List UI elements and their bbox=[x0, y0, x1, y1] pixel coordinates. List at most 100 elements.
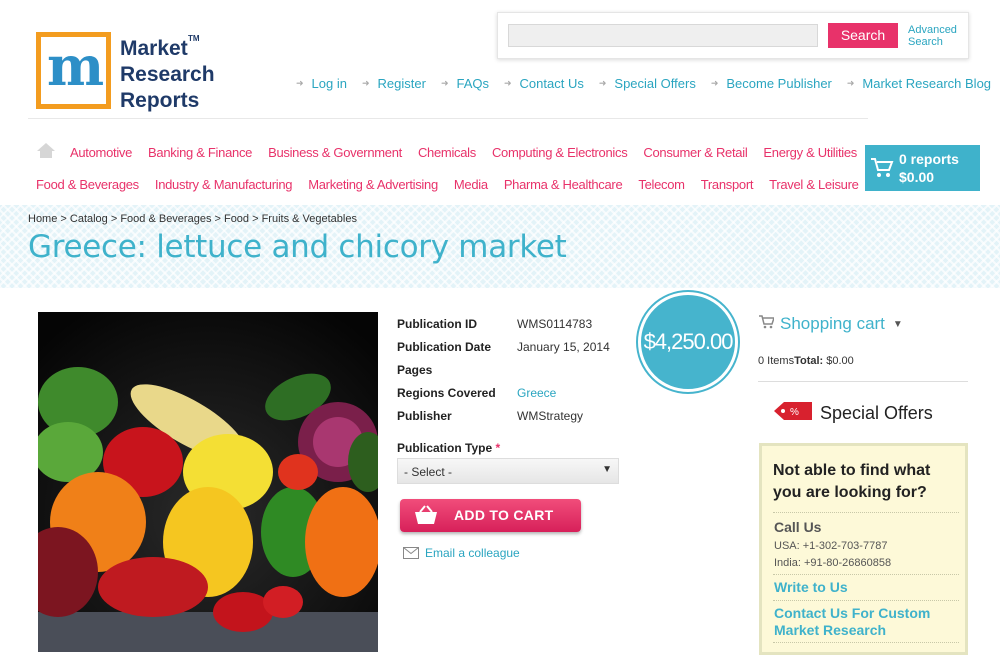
contact-link-label: Contact Us bbox=[519, 76, 584, 91]
sidebar-divider bbox=[758, 381, 968, 382]
category-telecom[interactable]: Telecom bbox=[638, 177, 685, 192]
home-icon[interactable] bbox=[36, 142, 56, 162]
advanced-search-link[interactable]: Advanced Search bbox=[908, 24, 968, 48]
publication-id-label: Publication ID bbox=[397, 316, 478, 331]
category-row-1: Automotive Banking & Finance Business & … bbox=[36, 142, 857, 162]
shopping-cart-title: Shopping cart bbox=[780, 314, 885, 333]
arrow-icon: ➜ bbox=[598, 78, 607, 88]
advanced-search-line-2: Search bbox=[908, 36, 943, 48]
category-automotive[interactable]: Automotive bbox=[70, 145, 132, 160]
detail-row-regions: Regions Covered Greece bbox=[397, 381, 610, 404]
product-image bbox=[38, 312, 378, 652]
add-to-cart-button[interactable]: ADD TO CART bbox=[400, 499, 581, 532]
become-publisher-link-label: Become Publisher bbox=[726, 76, 832, 91]
header-divider bbox=[28, 118, 868, 119]
login-link[interactable]: ➜ Log in bbox=[296, 76, 347, 91]
envelope-icon bbox=[403, 547, 419, 559]
category-pharma-healthcare[interactable]: Pharma & Healthcare bbox=[504, 177, 623, 192]
add-to-cart-label: ADD TO CART bbox=[454, 507, 554, 523]
help-separator bbox=[773, 574, 959, 575]
detail-row-pages: Pages bbox=[397, 358, 610, 381]
faqs-link[interactable]: ➜ FAQs bbox=[441, 76, 489, 91]
regions-value-link[interactable]: Greece bbox=[517, 386, 556, 400]
logo-mark: m bbox=[36, 32, 111, 109]
logo-m-glyph: m bbox=[47, 34, 104, 98]
site-logo[interactable]: m Market Research Reports TM bbox=[36, 32, 215, 112]
category-media[interactable]: Media bbox=[454, 177, 488, 192]
category-marketing-advertising[interactable]: Marketing & Advertising bbox=[308, 177, 438, 192]
title-banner: Home > Catalog > Food & Beverages > Food… bbox=[0, 205, 1000, 288]
header-cart-count: 0 reports bbox=[899, 151, 959, 167]
special-offers-link[interactable]: ➜ Special Offers bbox=[599, 76, 696, 91]
shopping-cart-toggle[interactable]: Shopping cart ▼ bbox=[758, 314, 903, 334]
required-marker: * bbox=[495, 441, 501, 455]
become-publisher-link[interactable]: ➜ Become Publisher bbox=[711, 76, 832, 91]
category-consumer-retail[interactable]: Consumer & Retail bbox=[643, 145, 747, 160]
faqs-link-label: FAQs bbox=[456, 76, 489, 91]
breadcrumb[interactable]: Home > Catalog > Food & Beverages > Food… bbox=[28, 213, 357, 225]
special-offers-label: Special Offers bbox=[820, 403, 933, 423]
category-food-beverages[interactable]: Food & Beverages bbox=[36, 177, 139, 192]
svg-text:%: % bbox=[790, 407, 799, 418]
regions-label: Regions Covered bbox=[397, 385, 496, 400]
category-chemicals[interactable]: Chemicals bbox=[418, 145, 476, 160]
top-nav: ➜ Log in ➜ Register ➜ FAQs ➜ Contact Us ➜ Spe… bbox=[296, 76, 1000, 91]
special-offers-link-label: Special Offers bbox=[614, 76, 696, 91]
category-industry-manufacturing[interactable]: Industry & Manufacturing bbox=[155, 177, 293, 192]
category-travel-leisure[interactable]: Travel & Leisure bbox=[769, 177, 859, 192]
email-colleague-link[interactable]: Email a colleague bbox=[403, 546, 520, 560]
pages-label: Pages bbox=[397, 362, 433, 377]
category-transport[interactable]: Transport bbox=[701, 177, 754, 192]
publication-id-value: WMS0114783 bbox=[517, 316, 593, 331]
header-cart-summary: 0 reports $0.00 bbox=[899, 150, 959, 186]
arrow-icon: ➜ bbox=[361, 78, 370, 88]
category-energy-utilities[interactable]: Energy & Utilities bbox=[763, 145, 857, 160]
cart-total-label: Total: bbox=[794, 355, 824, 367]
help-question: Not able to find what you are looking fo… bbox=[773, 462, 931, 501]
publication-date-value: January 15, 2014 bbox=[517, 339, 610, 354]
publisher-label: Publisher bbox=[397, 408, 452, 423]
special-offers-banner[interactable]: % Special Offers bbox=[772, 400, 933, 427]
help-separator bbox=[773, 600, 959, 601]
search-input[interactable] bbox=[508, 24, 818, 47]
write-to-us-link[interactable]: Write to Us bbox=[774, 579, 848, 595]
publication-date-label: Publication Date bbox=[397, 339, 492, 354]
cart-items-count: 0 Items bbox=[758, 355, 795, 367]
shopping-cart-summary: 0 ItemsTotal: $0.00 bbox=[758, 355, 854, 367]
chevron-down-icon: ▼ bbox=[892, 318, 903, 330]
category-business-government[interactable]: Business & Government bbox=[268, 145, 402, 160]
logo-trademark: TM bbox=[188, 34, 200, 43]
help-separator bbox=[773, 512, 959, 513]
login-link-label: Log in bbox=[311, 76, 347, 91]
cart-icon bbox=[870, 157, 894, 184]
logo-line-1: Market bbox=[120, 37, 188, 60]
basket-icon bbox=[412, 504, 440, 529]
register-link-label: Register bbox=[377, 76, 426, 91]
detail-row-publication-id: Publication ID WMS0114783 bbox=[397, 312, 610, 335]
category-nav: Automotive Banking & Finance Business & … bbox=[36, 142, 859, 207]
arrow-icon: ➜ bbox=[710, 78, 719, 88]
detail-row-publisher: Publisher WMStrategy bbox=[397, 404, 610, 427]
category-banking-finance[interactable]: Banking & Finance bbox=[148, 145, 252, 160]
help-separator bbox=[773, 642, 959, 643]
search-bar: Search Advanced Search bbox=[497, 12, 969, 59]
price-tag-icon: % bbox=[772, 400, 816, 427]
contact-link[interactable]: ➜ Contact Us bbox=[504, 76, 584, 91]
blog-link[interactable]: ➜ Market Research Blog bbox=[847, 76, 991, 91]
publisher-value: WMStrategy bbox=[517, 408, 584, 423]
category-computing-electronics[interactable]: Computing & Electronics bbox=[492, 145, 628, 160]
india-phone: India: +91-80-26860858 bbox=[774, 557, 892, 569]
custom-research-link[interactable]: Contact Us For Custom Market Research bbox=[774, 605, 964, 639]
arrow-icon: ➜ bbox=[504, 78, 512, 88]
small-cart-icon bbox=[758, 314, 776, 334]
category-row-2: Food & Beverages Industry & Manufacturin… bbox=[36, 175, 859, 193]
publication-type-select[interactable]: - Select - ▼ bbox=[397, 458, 619, 484]
arrow-icon: ➜ bbox=[296, 78, 304, 88]
header-cart-total: $0.00 bbox=[899, 169, 935, 185]
search-button[interactable]: Search bbox=[828, 23, 898, 48]
price-badge: $4,250.00 bbox=[638, 292, 738, 392]
arrow-icon: ➜ bbox=[846, 78, 855, 88]
register-link[interactable]: ➜ Register bbox=[362, 76, 426, 91]
header-cart-button[interactable]: 0 reports $0.00 bbox=[865, 145, 980, 191]
publication-type-selected: - Select - bbox=[404, 465, 453, 479]
